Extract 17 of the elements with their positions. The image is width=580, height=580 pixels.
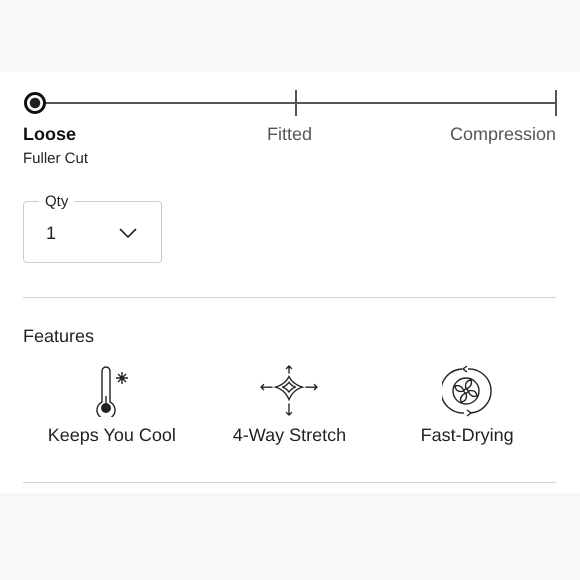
fit-option-label[interactable]: Loose [23,123,76,145]
feature-label: 4-Way Stretch [232,425,346,446]
slider-tick[interactable] [555,90,557,116]
fit-note: Fuller Cut [23,150,88,167]
chevron-down-icon [119,228,137,238]
slider-tick[interactable] [294,90,296,116]
fit-option-label[interactable]: Fitted [266,123,312,145]
feature-label: Fast-Drying [420,425,514,446]
quantity-value: 1 [46,222,56,244]
stretch-arrows-icon [258,365,320,417]
features-heading: Features [23,326,96,347]
fit-option-label[interactable]: Compression [450,123,556,145]
quantity-label: Qty [44,193,70,210]
feature-label: Keeps You Cool [48,425,176,446]
fan-cycle-icon [442,365,492,417]
quantity-dropdown[interactable]: Qty 1 [23,193,162,263]
slider-thumb[interactable] [24,92,46,114]
